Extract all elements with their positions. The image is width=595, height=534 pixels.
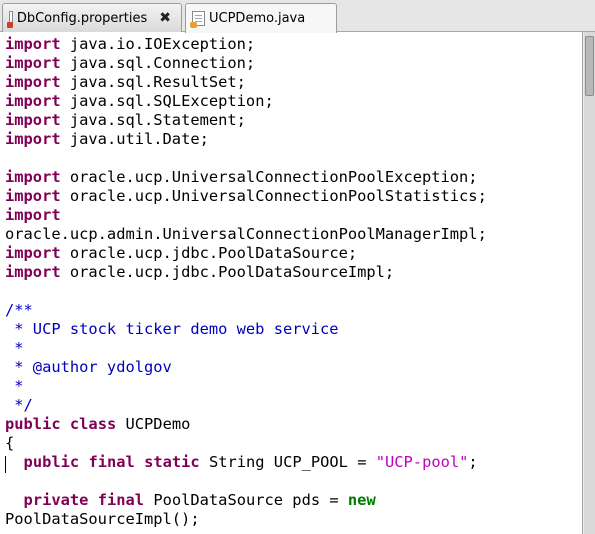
code-line: * <box>5 377 24 395</box>
code-token: java.io.IOException; <box>60 35 256 53</box>
keyword-token: import <box>5 111 61 129</box>
tab-dbconfig-properties[interactable]: DbConfig.properties ✖ <box>2 3 182 32</box>
code-line: import oracle.ucp.jdbc.PoolDataSource; <box>5 244 357 262</box>
source-code[interactable]: import java.io.IOException; import java.… <box>0 35 487 529</box>
code-token: oracle.ucp.UniversalConnectionPoolExcept… <box>60 168 478 186</box>
code-token: ; <box>468 453 478 471</box>
code-token: PoolDataSourceImpl(); <box>5 510 200 528</box>
code-token: java.sql.Statement; <box>60 111 246 129</box>
code-line: */ <box>5 396 33 414</box>
code-line: * @author ydolgov <box>5 358 172 376</box>
code-line: /** <box>5 301 33 319</box>
comment-token: * @author ydolgov <box>5 358 172 376</box>
code-line: public final static String UCP_POOL = "U… <box>5 453 478 471</box>
keyword-token: import <box>5 187 61 205</box>
keyword-token: import <box>5 73 61 91</box>
code-line: import java.sql.Statement; <box>5 111 246 129</box>
comment-token: * <box>5 377 24 395</box>
keyword-token: new <box>347 491 376 509</box>
tab-label: DbConfig.properties <box>16 10 148 26</box>
keyword-token: private <box>23 491 89 509</box>
keyword-token: import <box>5 244 61 262</box>
code-token: oracle.ucp.jdbc.PoolDataSourceImpl; <box>60 263 395 281</box>
keyword-token: import <box>5 35 61 53</box>
code-token: oracle.ucp.jdbc.PoolDataSource; <box>60 244 358 262</box>
comment-token: */ <box>5 396 33 414</box>
code-token: oracle.ucp.UniversalConnectionPoolStatis… <box>60 187 487 205</box>
code-token: java.sql.Connection; <box>60 54 256 72</box>
code-line: import java.util.Date; <box>5 130 209 148</box>
keyword-token: class <box>69 415 117 433</box>
code-line: * <box>5 339 24 357</box>
tab-label: UCPDemo.java <box>209 11 306 26</box>
keyword-token: import <box>5 54 61 72</box>
keyword-token: final <box>97 491 145 509</box>
code-line: import java.io.IOException; <box>5 35 255 53</box>
code-line: private final PoolDataSource pds = new <box>5 491 376 509</box>
code-token: java.util.Date; <box>60 130 209 148</box>
code-line: { <box>5 434 14 452</box>
code-editor[interactable]: import java.io.IOException; import java.… <box>0 32 583 534</box>
vertical-scrollbar[interactable] <box>584 32 595 534</box>
keyword-token: static <box>144 453 200 471</box>
code-token: oracle.ucp.admin.UniversalConnectionPool… <box>5 225 487 243</box>
code-line: import java.sql.Connection; <box>5 54 255 72</box>
code-token: PoolDataSource pds = <box>144 491 348 509</box>
keyword-token: final <box>88 453 135 471</box>
code-line: import java.sql.ResultSet; <box>5 73 246 91</box>
keyword-token: import <box>5 168 61 186</box>
comment-token: * <box>5 339 24 357</box>
code-line: import oracle.ucp.jdbc.PoolDataSourceImp… <box>5 263 394 281</box>
keyword-token: import <box>5 130 61 148</box>
close-tab-icon[interactable]: ✖ <box>159 11 171 25</box>
scrollbar-thumb[interactable] <box>585 36 594 96</box>
java-file-icon <box>190 11 205 28</box>
code-token: String UCP_POOL = <box>199 453 376 471</box>
code-token: java.sql.ResultSet; <box>60 73 246 91</box>
editor-tab-bar: DbConfig.properties ✖ UCPDemo.java <box>0 0 595 33</box>
tab-ucpdemo-java[interactable]: UCPDemo.java <box>185 3 337 33</box>
code-line: oracle.ucp.admin.UniversalConnectionPool… <box>5 225 487 243</box>
keyword-token: public <box>5 415 61 433</box>
text-cursor <box>5 456 6 473</box>
properties-file-icon <box>7 10 13 28</box>
code-line: import <box>5 206 61 224</box>
keyword-token: "UCP-pool" <box>375 453 469 471</box>
code-line: PoolDataSourceImpl(); <box>5 510 200 528</box>
code-token: java.sql.SQLException; <box>60 92 274 110</box>
code-token: UCPDemo <box>116 415 191 433</box>
keyword-token: public <box>23 453 80 471</box>
keyword-token: import <box>5 263 61 281</box>
keyword-token: import <box>5 206 61 224</box>
code-line: public class UCPDemo <box>5 415 190 433</box>
code-line: * UCP stock ticker demo web service <box>5 320 339 338</box>
code-line: import oracle.ucp.UniversalConnectionPoo… <box>5 168 478 186</box>
comment-token: /** <box>5 301 33 319</box>
comment-token: * UCP stock ticker demo web service <box>5 320 339 338</box>
keyword-token: import <box>5 92 61 110</box>
code-line: import oracle.ucp.UniversalConnectionPoo… <box>5 187 487 205</box>
code-token: { <box>5 434 15 452</box>
code-line: import java.sql.SQLException; <box>5 92 274 110</box>
